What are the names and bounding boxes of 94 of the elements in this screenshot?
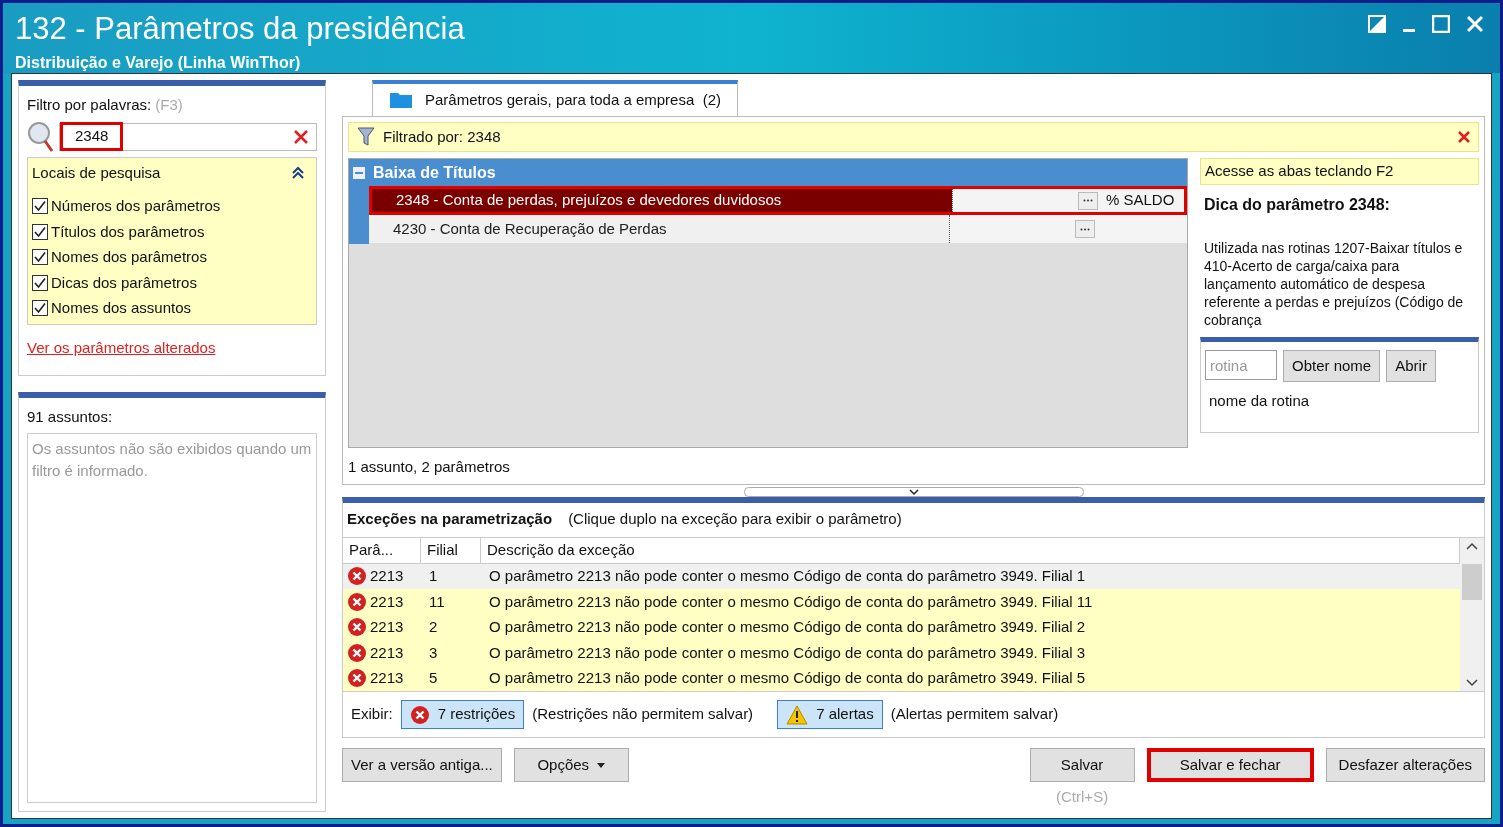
routine-button[interactable]: Abrir [1386, 350, 1436, 382]
warning-icon [786, 704, 809, 725]
exception-row[interactable]: 2213 3 O parâmetro 2213 não pode conter o mesmo Código de conta do parâmetro 3949. Filial 3 [343, 640, 1460, 666]
toggle-note: (Alertas permitem salvar) [890, 704, 1059, 725]
checkbox[interactable] [32, 300, 48, 317]
filter-toggle[interactable]: 7 alertas [777, 700, 883, 729]
caret-icon [597, 762, 606, 768]
scroll-thumb[interactable] [1462, 564, 1482, 601]
exception-row[interactable]: 2213 1 O parâmetro 2213 não pode conter o mesmo Código de conta do parâmetro 3949. Filial 1 [343, 563, 1460, 589]
show-label: Exibir: [351, 704, 393, 725]
window-title: 132 - Parâmetros da presidência [15, 10, 465, 48]
parameter-number: 2213 [370, 591, 404, 612]
shortcut-hint: (Ctrl+S) [1056, 787, 1109, 807]
routine-name: nome da rotina [1208, 391, 1311, 411]
branch-cell-text: 3 [428, 642, 439, 663]
description-cell-text: O parâmetro 2213 não pode conter o mesmo Código de conta do parâmetro 3949. Filial 1 [488, 566, 1087, 586]
scroll-down-icon[interactable] [1466, 679, 1478, 687]
action-button[interactable]: Salvar e fechar [1146, 748, 1314, 782]
exception-row[interactable]: 2213 11 O parâmetro 2213 não pode conter o mesmo Código de conta do parâmetro 3949. Filial 11 [343, 589, 1460, 615]
error-icon [347, 617, 367, 638]
action-button[interactable]: Opções [513, 748, 629, 782]
clear-icon[interactable] [294, 129, 308, 144]
filter-label: Filtro por palavras: [27, 95, 152, 115]
changed-parameters-link[interactable]: Ver os parâmetros alterados [27, 336, 317, 359]
routine-button[interactable]: Obter nome [1283, 350, 1381, 382]
branch-cell-text: 1 [428, 566, 439, 586]
action-button[interactable]: Desfazer alterações [1325, 748, 1485, 782]
checkbox[interactable] [32, 274, 48, 291]
clear-filter-icon[interactable] [1458, 131, 1470, 143]
checkbox[interactable] [32, 223, 48, 240]
branch-cell-text: 5 [428, 668, 439, 688]
collapse-icon[interactable] [292, 165, 304, 180]
ellipsis-icon [1080, 227, 1090, 231]
ellipsis-icon [1083, 199, 1093, 202]
description-cell-text: O parâmetro 2213 não pode conter o mesmo Código de conta do parâmetro 3949. Filial 3 [488, 642, 1087, 663]
folder-icon [389, 91, 413, 109]
action-button[interactable]: Ver a versão antiga... [342, 748, 502, 782]
description-cell-text: O parâmetro 2213 não pode conter o mesmo Código de conta do parâmetro 3949. Filial 2 [488, 617, 1087, 637]
exceptions-note: (Clique duplo na exceção para exibir o parâmetro) [568, 509, 902, 530]
checkbox-label: Dicas dos parâmetros [51, 272, 197, 293]
parameter-value: % SALDO [1106, 190, 1175, 211]
parameter-number: 2213 [370, 668, 404, 688]
checkbox[interactable] [32, 198, 48, 215]
search-icon [27, 120, 55, 153]
shortcut-hint: (F3) [155, 95, 183, 115]
maximize-icon[interactable] [1432, 15, 1450, 33]
parameter-number: 2213 [370, 617, 404, 637]
toggle-note: (Restrições não permitem salvar) [532, 704, 754, 725]
row-gutter [349, 215, 369, 244]
checkbox-label: Nomes dos assuntos [51, 298, 192, 318]
window-subtitle: Distribuição e Varejo (Linha WinThor) [15, 53, 302, 73]
column-header[interactable]: Parâ... [343, 537, 421, 563]
filter-toggle[interactable]: 7 restrições [400, 700, 525, 729]
subjects-count: 91 assuntos: [27, 407, 114, 427]
filter-field[interactable]: 2348 [59, 122, 317, 151]
branch-cell-text: 2 [428, 617, 439, 637]
restore-icon[interactable] [1368, 15, 1386, 33]
tip-title: Dica do parâmetro 2348: [1203, 195, 1391, 215]
ellipsis-button[interactable] [1078, 191, 1098, 210]
error-icon [347, 566, 367, 587]
error-icon [347, 642, 367, 663]
filter-text: Filtrado por: 2348 [383, 126, 501, 147]
section-title: Locais de pesquisa [32, 162, 161, 183]
checkbox-label: Títulos dos parâmetros [51, 221, 205, 242]
column-header[interactable]: Filial [421, 537, 481, 563]
parameter-row[interactable]: 4230 - Conta de Recuperação de Perdas [369, 215, 1187, 244]
summary-text: 1 assunto, 2 parâmetros [348, 457, 511, 477]
tab[interactable]: Parâmetros gerais, para toda a empresa (2) [372, 80, 738, 116]
hint-bar: Acesse as abas teclando F2 [1200, 158, 1479, 185]
exceptions-title: Exceções na parametrização [347, 509, 553, 530]
filter-value: 2348 [60, 122, 124, 151]
branch-cell-text: 11 [428, 591, 446, 612]
description-cell-text: O parâmetro 2213 não pode conter o mesmo Código de conta do parâmetro 3949. Filial 11 [488, 591, 1094, 612]
tip-text: Utilizada nas rotinas 1207-Baixar títulos e 410-Acerto de carga/caixa para lançamento automático de despesa referente a perdas e prejuízos (Código de cobrança [1203, 239, 1465, 329]
parameter-number: 2213 [370, 642, 404, 663]
action-button[interactable]: Salvar [1029, 748, 1135, 782]
splitter-handle[interactable] [743, 486, 1084, 497]
error-icon [347, 591, 367, 612]
funnel-icon [357, 127, 375, 147]
exception-row[interactable]: 2213 2 O parâmetro 2213 não pode conter o mesmo Código de conta do parâmetro 3949. Filial 2 [343, 614, 1460, 640]
scroll-up-icon[interactable] [1466, 541, 1478, 550]
scrollbar[interactable] [1460, 537, 1484, 691]
checkbox[interactable] [32, 249, 48, 266]
exception-row[interactable]: 2213 5 O parâmetro 2213 não pode conter o mesmo Código de conta do parâmetro 3949. Filial 5 [343, 665, 1460, 691]
routine-field[interactable]: rotina [1205, 350, 1277, 380]
error-icon [409, 704, 430, 725]
parameter-row[interactable]: 2348 - Conta de perdas, prejuízos e devedores duvidosos % SALDO [369, 186, 1187, 215]
description-cell-text: O parâmetro 2213 não pode conter o mesmo Código de conta do parâmetro 3949. Filial 5 [488, 668, 1087, 688]
checkbox-label: Nomes dos parâmetros [51, 247, 207, 267]
error-icon [347, 668, 367, 689]
checkbox-label: Números dos parâmetros [51, 196, 221, 216]
subjects-list: Os assuntos não são exibidos quando um filtro é informado. [27, 432, 317, 803]
close-icon[interactable] [1466, 15, 1484, 33]
parameter-number: 2213 [370, 566, 404, 586]
